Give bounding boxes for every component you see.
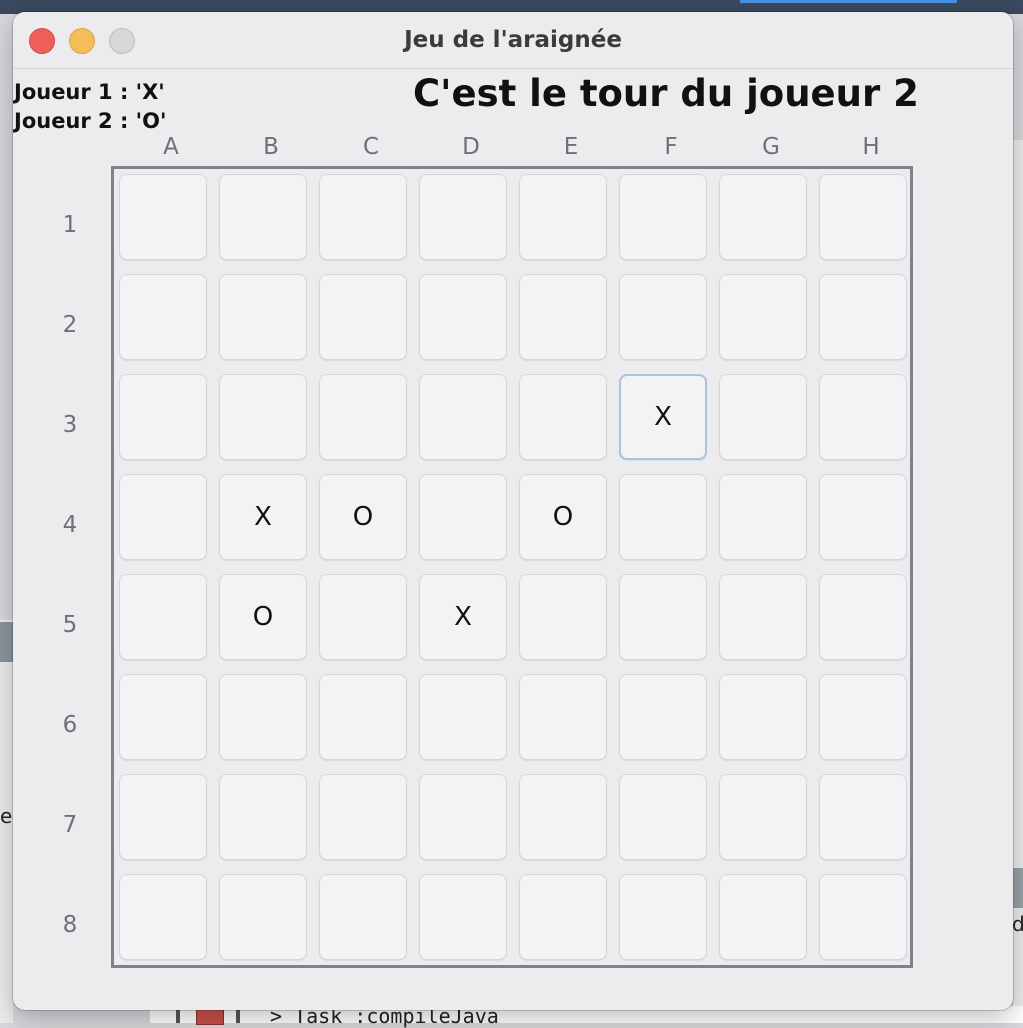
board-cell-c2[interactable] — [319, 274, 407, 360]
board-cell-f7[interactable] — [619, 774, 707, 860]
column-label-d: D — [462, 134, 480, 160]
board-cell-c1[interactable] — [319, 174, 407, 260]
column-label-g: G — [762, 134, 780, 160]
board-cell-e6[interactable] — [519, 674, 607, 760]
game-board: XXOOOX — [111, 166, 913, 968]
board-cell-d3[interactable] — [419, 374, 507, 460]
board-cell-c8[interactable] — [319, 874, 407, 960]
board-cell-a1[interactable] — [119, 174, 207, 260]
board-cell-b5[interactable]: O — [219, 574, 307, 660]
row-label-1: 1 — [62, 212, 78, 238]
board-cell-g1[interactable] — [719, 174, 807, 260]
board-cell-f1[interactable] — [619, 174, 707, 260]
row-label-6: 6 — [62, 712, 78, 738]
board-cell-g8[interactable] — [719, 874, 807, 960]
board-cell-a3[interactable] — [119, 374, 207, 460]
board-cell-d5[interactable]: X — [419, 574, 507, 660]
board-cell-e7[interactable] — [519, 774, 607, 860]
board-cell-a4[interactable] — [119, 474, 207, 560]
row-label-4: 4 — [62, 512, 78, 538]
background-window-right-band — [1012, 868, 1023, 908]
board-cell-e5[interactable] — [519, 574, 607, 660]
board-cell-g4[interactable] — [719, 474, 807, 560]
board-cell-h7[interactable] — [819, 774, 907, 860]
board-cell-h5[interactable] — [819, 574, 907, 660]
board-cell-e2[interactable] — [519, 274, 607, 360]
board-cell-h4[interactable] — [819, 474, 907, 560]
player-2-label: Joueur 2 : 'O' — [14, 109, 167, 133]
background-window-left-band — [0, 622, 13, 662]
board-cell-h1[interactable] — [819, 174, 907, 260]
board-cell-c6[interactable] — [319, 674, 407, 760]
row-label-7: 7 — [62, 812, 78, 838]
board-cell-c3[interactable] — [319, 374, 407, 460]
column-label-b: B — [263, 134, 279, 160]
board-cell-a6[interactable] — [119, 674, 207, 760]
board-cell-g2[interactable] — [719, 274, 807, 360]
board-cell-c4[interactable]: O — [319, 474, 407, 560]
board-cell-f6[interactable] — [619, 674, 707, 760]
row-label-2: 2 — [62, 312, 78, 338]
board-cell-b2[interactable] — [219, 274, 307, 360]
board-cell-b4[interactable]: X — [219, 474, 307, 560]
turn-status: C'est le tour du joueur 2 — [413, 72, 919, 115]
board-cell-f3[interactable]: X — [619, 374, 707, 460]
board-cell-d1[interactable] — [419, 174, 507, 260]
board-cell-c7[interactable] — [319, 774, 407, 860]
board-cell-h8[interactable] — [819, 874, 907, 960]
board-cell-f2[interactable] — [619, 274, 707, 360]
board-cell-c5[interactable] — [319, 574, 407, 660]
board-cell-g3[interactable] — [719, 374, 807, 460]
board-cell-d2[interactable] — [419, 274, 507, 360]
row-label-5: 5 — [62, 612, 78, 638]
column-label-c: C — [362, 134, 380, 160]
board-cell-d8[interactable] — [419, 874, 507, 960]
board-cell-a5[interactable] — [119, 574, 207, 660]
window-title: Jeu de l'araignée — [404, 27, 622, 53]
player-1-label: Joueur 1 : 'X' — [14, 80, 165, 104]
board-cell-g6[interactable] — [719, 674, 807, 760]
background-window-accent — [740, 0, 957, 3]
board-cell-a2[interactable] — [119, 274, 207, 360]
row-label-8: 8 — [62, 912, 78, 938]
board-cell-e3[interactable] — [519, 374, 607, 460]
column-label-a: A — [163, 134, 179, 160]
board-cell-b6[interactable] — [219, 674, 307, 760]
background-right-text: d — [1012, 912, 1023, 936]
board-cell-f8[interactable] — [619, 874, 707, 960]
row-label-3: 3 — [62, 412, 78, 438]
board-cell-g5[interactable] — [719, 574, 807, 660]
column-label-h: H — [862, 134, 880, 160]
column-label-e: E — [563, 134, 579, 160]
board-cell-g7[interactable] — [719, 774, 807, 860]
board-cell-b7[interactable] — [219, 774, 307, 860]
board-cell-h3[interactable] — [819, 374, 907, 460]
board-cell-f4[interactable] — [619, 474, 707, 560]
board-cell-e8[interactable] — [519, 874, 607, 960]
board-cell-e1[interactable] — [519, 174, 607, 260]
board-cell-b1[interactable] — [219, 174, 307, 260]
background-left-text: e — [0, 804, 13, 828]
board-cell-d4[interactable] — [419, 474, 507, 560]
board-cell-h6[interactable] — [819, 674, 907, 760]
board-cell-d6[interactable] — [419, 674, 507, 760]
board-cell-a7[interactable] — [119, 774, 207, 860]
board-cell-b3[interactable] — [219, 374, 307, 460]
board-cell-b8[interactable] — [219, 874, 307, 960]
background-stop-icon — [196, 1008, 224, 1025]
board-cell-h2[interactable] — [819, 274, 907, 360]
board-cell-f5[interactable] — [619, 574, 707, 660]
column-label-f: F — [664, 134, 678, 160]
board-cell-a8[interactable] — [119, 874, 207, 960]
board-cell-d7[interactable] — [419, 774, 507, 860]
board-cell-e4[interactable]: O — [519, 474, 607, 560]
game-window: Jeu de l'araignée Joueur 1 : 'X' Joueur … — [13, 12, 1013, 1010]
title-bar: Jeu de l'araignée — [13, 12, 1013, 69]
